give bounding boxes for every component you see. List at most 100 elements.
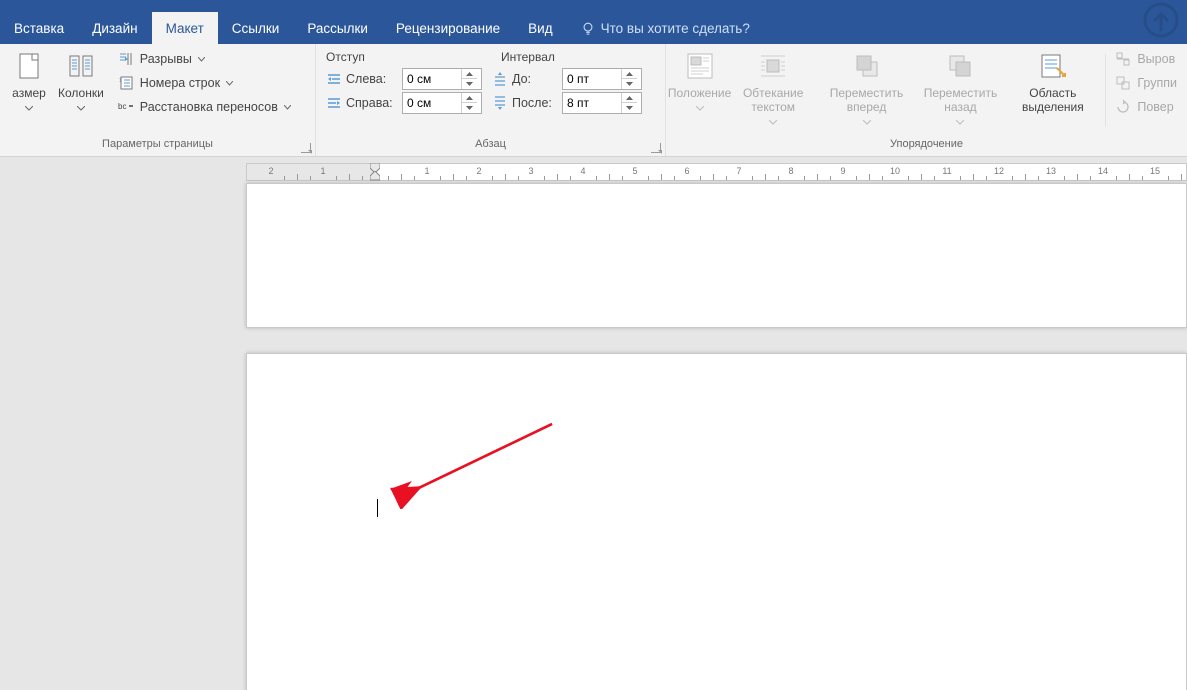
wrap-text-button[interactable]: Обтекание текстом [729, 48, 817, 132]
spin-down[interactable] [462, 103, 477, 113]
columns-label: Колонки [58, 86, 104, 100]
columns-button[interactable]: Колонки [54, 48, 108, 132]
page-setup-text: Параметры страницы [102, 138, 213, 150]
title-bar [0, 0, 1187, 12]
separator [1105, 54, 1106, 126]
position-icon [684, 50, 716, 82]
line-numbers-label: Номера строк [140, 76, 220, 90]
breaks-icon [118, 51, 134, 67]
bring-forward-icon [851, 50, 883, 82]
arrange-text: Упорядочение [890, 138, 963, 150]
spin-up[interactable] [462, 93, 477, 103]
indent-left-spinner[interactable] [402, 68, 482, 90]
bulb-icon [581, 21, 595, 35]
send-backward-button[interactable]: Переместить назад [916, 48, 1005, 132]
chevron-down-icon [956, 120, 964, 125]
ribbon: азмер Колонки Разрывы 1 Номера строк [0, 44, 1187, 157]
spin-down[interactable] [622, 79, 637, 89]
tell-me-search[interactable]: Что вы хотите сделать? [567, 12, 750, 44]
indent-right-icon [326, 95, 342, 111]
paragraph-text: Абзац [475, 138, 506, 150]
tab-mailings[interactable]: Рассылки [293, 12, 382, 44]
tab-view[interactable]: Вид [514, 12, 566, 44]
page-setup-group-label: Параметры страницы [0, 136, 315, 156]
bring-forward-button[interactable]: Переместить вперед [819, 48, 914, 132]
indent-left-input[interactable] [403, 69, 461, 89]
svg-text:1: 1 [119, 78, 122, 84]
selection-pane-label: Область выделения [1011, 86, 1095, 114]
send-backward-icon [944, 50, 976, 82]
spacing-after-input[interactable] [563, 93, 621, 113]
hyphenation-button[interactable]: bc Расстановка переносов [114, 96, 295, 118]
paragraph-group-label: Абзац [316, 136, 665, 156]
spacing-after-spinner[interactable] [562, 92, 642, 114]
breaks-label: Разрывы [140, 52, 192, 66]
spin-down[interactable] [622, 103, 637, 113]
wrap-text-icon [757, 50, 789, 82]
spacing-after-icon [492, 95, 508, 111]
ribbon-tabs: Вставка Дизайн Макет Ссылки Рассылки Рец… [0, 12, 1187, 44]
indent-right-label: Справа: [346, 96, 398, 110]
document-workspace: 21123456789101112131415 [0, 157, 1187, 690]
chevron-down-icon [863, 120, 871, 125]
indent-left-label: Слева: [346, 72, 398, 86]
wrap-text-label: Обтекание текстом [733, 86, 813, 114]
breaks-button[interactable]: Разрывы [114, 48, 295, 70]
paragraph-dialog-launcher[interactable] [651, 143, 661, 153]
bring-forward-label: Переместить вперед [823, 86, 910, 114]
spin-up[interactable] [462, 69, 477, 79]
selection-pane-button[interactable]: Область выделения [1007, 48, 1099, 132]
position-label: Положение [668, 86, 731, 100]
size-button[interactable]: азмер [6, 48, 52, 132]
chevron-down-icon [769, 120, 777, 125]
text-cursor [377, 499, 378, 517]
page-setup-dialog-launcher[interactable] [301, 143, 311, 153]
tell-me-label: Что вы хотите сделать? [601, 21, 750, 36]
tab-insert[interactable]: Вставка [0, 12, 78, 44]
indent-right-spinner[interactable] [402, 92, 482, 114]
position-button[interactable]: Положение [672, 48, 727, 132]
line-numbers-button[interactable]: 1 Номера строк [114, 72, 295, 94]
ruler-ticks: 21123456789101112131415 [247, 164, 1186, 180]
align-button[interactable]: Выров [1111, 48, 1181, 70]
group-objects-label: Группи [1137, 76, 1177, 90]
line-numbers-icon: 1 [118, 75, 134, 91]
svg-text:bc: bc [118, 102, 126, 111]
spin-up[interactable] [622, 93, 637, 103]
horizontal-ruler[interactable]: 21123456789101112131415 [246, 163, 1187, 181]
tab-layout[interactable]: Макет [152, 12, 218, 44]
rotate-button[interactable]: Повер [1111, 96, 1181, 118]
rotate-icon [1115, 99, 1131, 115]
tab-design[interactable]: Дизайн [78, 12, 151, 44]
spacing-before-icon [492, 71, 508, 87]
chevron-down-icon [226, 81, 233, 86]
group-icon [1115, 75, 1131, 91]
hyphenation-label: Расстановка переносов [140, 100, 278, 114]
spacing-before-input[interactable] [563, 69, 621, 89]
chevron-down-icon [77, 106, 85, 111]
size-label: азмер [12, 86, 46, 100]
tab-references[interactable]: Ссылки [218, 12, 294, 44]
group-objects-button[interactable]: Группи [1111, 72, 1181, 94]
spin-down[interactable] [462, 79, 477, 89]
align-label: Выров [1137, 52, 1175, 66]
corner-logo [1141, 0, 1181, 40]
document-page-1-bottom[interactable] [246, 183, 1187, 328]
chevron-down-icon [198, 57, 205, 62]
arrange-group-label: Упорядочение [666, 136, 1187, 156]
columns-icon [65, 50, 97, 82]
spacing-before-spinner[interactable] [562, 68, 642, 90]
rotate-label: Повер [1137, 100, 1173, 114]
indent-header: Отступ [326, 50, 501, 64]
tab-review[interactable]: Рецензирование [382, 12, 514, 44]
spacing-header: Интервал [501, 50, 555, 64]
spin-up[interactable] [622, 69, 637, 79]
chevron-down-icon [696, 106, 704, 111]
chevron-down-icon [25, 106, 33, 111]
spacing-before-label: До: [512, 72, 558, 86]
spacing-after-label: После: [512, 96, 558, 110]
chevron-down-icon [284, 105, 291, 110]
document-page-2[interactable] [246, 353, 1187, 690]
hyphenation-icon: bc [118, 99, 134, 115]
indent-right-input[interactable] [403, 93, 461, 113]
